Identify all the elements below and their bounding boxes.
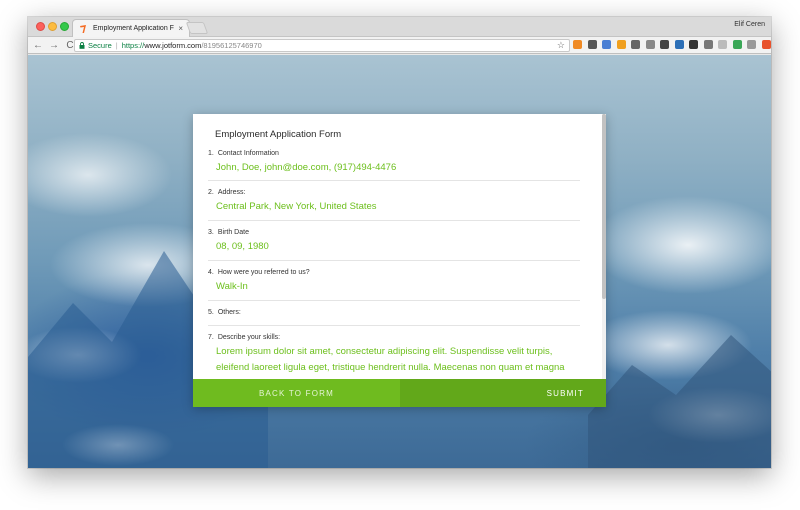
field-value: Lorem ipsum dolor sit amet, consectetur … bbox=[216, 344, 580, 375]
field-number: 5. bbox=[208, 309, 214, 316]
url-host: www.jotform.com bbox=[144, 41, 202, 50]
field-label: Address: bbox=[217, 189, 246, 196]
extension-smiley-icon[interactable] bbox=[616, 40, 626, 49]
form-review-scroll-area[interactable]: Employment Application Form 1. Contact I… bbox=[193, 114, 606, 379]
field-number: 2. bbox=[208, 189, 214, 196]
close-window-button[interactable] bbox=[36, 22, 45, 31]
field-skills[interactable]: 7. Describe your skills: Lorem ipsum dol… bbox=[208, 334, 580, 379]
submit-button[interactable]: SUBMIT bbox=[400, 379, 606, 407]
field-number: 7. bbox=[208, 334, 214, 341]
field-number: 4. bbox=[208, 269, 214, 276]
field-label-row: 3. Birth Date bbox=[208, 229, 580, 236]
tab-employment-application[interactable]: Employment Application Form × bbox=[72, 19, 190, 37]
extension-orange-icon[interactable] bbox=[573, 40, 582, 49]
extension-tablet-icon[interactable] bbox=[747, 40, 756, 49]
field-value: 08, 09, 1980 bbox=[216, 241, 269, 252]
extension-window-icon[interactable] bbox=[602, 40, 611, 49]
lock-icon bbox=[79, 42, 85, 49]
forward-arrow-icon[interactable]: → bbox=[48, 39, 60, 51]
form-title: Employment Application Form bbox=[215, 129, 342, 140]
new-tab-button[interactable] bbox=[185, 22, 209, 34]
extension-mail-icon[interactable] bbox=[631, 40, 640, 49]
browser-window: Employment Application Form × Elif Ceren… bbox=[28, 17, 771, 468]
tab-title: Employment Application Form bbox=[93, 25, 174, 32]
mountain-silhouette-right bbox=[588, 335, 771, 468]
extension-m-icon[interactable] bbox=[674, 40, 684, 49]
skills-line: eleifend laoreet ligula eget, tristique … bbox=[216, 361, 565, 373]
field-value: Walk-In bbox=[216, 281, 248, 292]
back-to-form-button[interactable]: BACK TO FORM bbox=[193, 379, 400, 407]
tab-close-icon[interactable]: × bbox=[178, 24, 183, 33]
field-number: 3. bbox=[208, 229, 214, 236]
extension-code-icon[interactable] bbox=[645, 40, 655, 49]
field-referral[interactable]: 4. How were you referred to us? Walk-In bbox=[208, 269, 580, 301]
form-scrollbar-thumb[interactable] bbox=[602, 114, 606, 299]
extension-box-icon[interactable] bbox=[703, 40, 713, 49]
field-value: Central Park, New York, United States bbox=[216, 201, 377, 212]
field-label-row: 7. Describe your skills: bbox=[208, 334, 580, 341]
form-scrollbar[interactable] bbox=[602, 114, 606, 379]
field-contact-information[interactable]: 1. Contact Information John, Doe, john@d… bbox=[208, 150, 580, 181]
field-label: How were you referred to us? bbox=[217, 269, 310, 276]
browser-toolbar: ← → C Secure | https:// www.jotform.com … bbox=[28, 37, 771, 54]
extension-pocket-icon[interactable] bbox=[689, 40, 698, 49]
extension-shield-icon[interactable] bbox=[587, 40, 597, 49]
address-separator: | bbox=[115, 41, 118, 50]
form-actions: BACK TO FORM SUBMIT bbox=[193, 379, 606, 407]
address-bar[interactable]: Secure | https:// www.jotform.com /81956… bbox=[74, 39, 570, 52]
extension-calendar-icon[interactable] bbox=[761, 40, 771, 49]
field-label-row: 4. How were you referred to us? bbox=[208, 269, 580, 276]
field-label-row: 1. Contact Information bbox=[208, 150, 580, 157]
minimize-window-button[interactable] bbox=[48, 22, 57, 31]
field-label-row: 5. Others: bbox=[208, 309, 580, 316]
extension-chrome-icon[interactable] bbox=[732, 40, 742, 49]
field-others[interactable]: 5. Others: bbox=[208, 309, 580, 326]
field-label: Birth Date bbox=[217, 229, 249, 236]
field-value: John, Doe, john@doe.com, (917)494-4476 bbox=[216, 162, 397, 173]
form-review-card: Employment Application Form 1. Contact I… bbox=[193, 114, 606, 407]
back-arrow-icon[interactable]: ← bbox=[32, 39, 44, 51]
maximize-window-button[interactable] bbox=[60, 22, 69, 31]
field-address[interactable]: 2. Address: Central Park, New York, Unit… bbox=[208, 189, 580, 221]
tab-strip: Employment Application Form × Elif Ceren bbox=[28, 17, 771, 37]
profile-name[interactable]: Elif Ceren bbox=[734, 21, 765, 28]
field-label-row: 2. Address: bbox=[208, 189, 580, 196]
skills-line: Lorem ipsum dolor sit amet, consectetur … bbox=[216, 346, 553, 357]
field-birth-date[interactable]: 3. Birth Date 08, 09, 1980 bbox=[208, 229, 580, 261]
page-background: Employment Application Form 1. Contact I… bbox=[28, 55, 771, 468]
bookmark-star-icon[interactable]: ☆ bbox=[557, 40, 565, 51]
url-scheme: https:// bbox=[121, 41, 145, 50]
field-label: Contact Information bbox=[217, 150, 279, 157]
field-label: Describe your skills: bbox=[217, 334, 281, 341]
extension-chat-icon[interactable] bbox=[660, 40, 669, 49]
url-path: /81956125746970 bbox=[201, 41, 262, 50]
field-number: 1. bbox=[208, 150, 214, 157]
field-label: Others: bbox=[217, 309, 241, 316]
secure-label: Secure bbox=[88, 41, 112, 50]
extensions-bar: ⋮ bbox=[573, 40, 771, 49]
jotform-favicon-icon bbox=[79, 24, 87, 34]
extension-light-icon[interactable] bbox=[718, 40, 727, 49]
